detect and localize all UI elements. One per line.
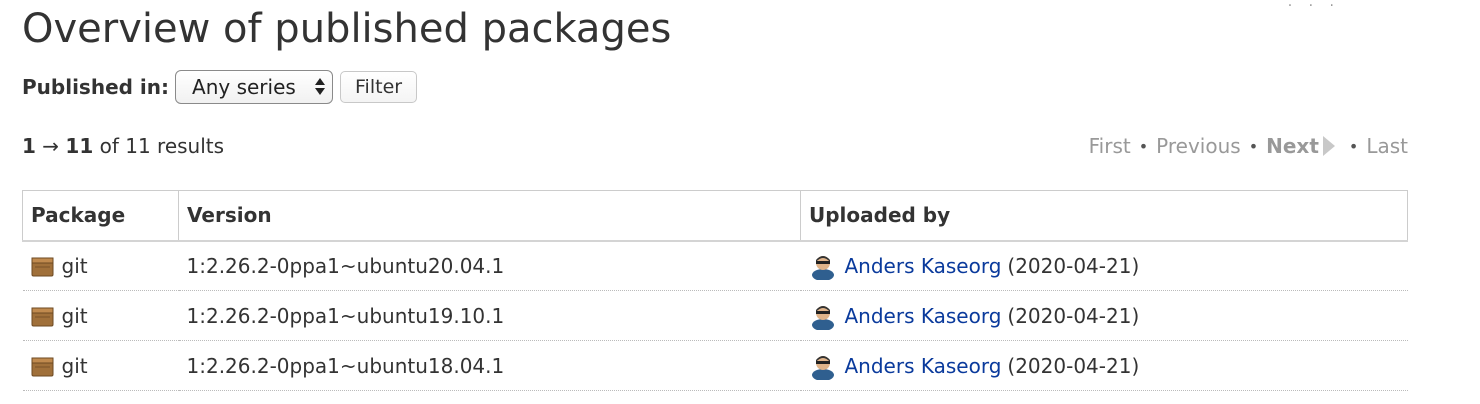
package-icon (31, 357, 53, 376)
person-icon (811, 355, 834, 380)
results-range-arrow: → (42, 134, 60, 158)
package-cell: git (22, 340, 179, 391)
pagination: First • Previous • Next • Last (1089, 134, 1408, 158)
results-summary: 1 → 11 of 11 results (22, 134, 224, 158)
uploader-link[interactable]: Anders Kaseorg (845, 354, 1002, 378)
filter-button[interactable]: Filter (340, 71, 418, 103)
person-icon (811, 255, 834, 280)
version-cell: 1:2.26.2-0ppa1~ubuntu18.04.1 (178, 340, 801, 391)
pagination-next[interactable]: Next (1266, 134, 1319, 158)
table-row: git 1:2.26.2-0ppa1~ubuntu20.04.1 Anders … (22, 240, 1408, 291)
upload-date: (2020-04-21) (1007, 253, 1140, 278)
pagination-separator: • (1138, 136, 1149, 156)
package-name: git (61, 353, 88, 378)
results-range-start: 1 (22, 134, 36, 158)
uploader-link[interactable]: Anders Kaseorg (845, 254, 1002, 278)
uploader-cell: Anders Kaseorg (2020-04-21) (800, 290, 1408, 341)
version-cell: 1:2.26.2-0ppa1~ubuntu19.10.1 (178, 290, 801, 341)
pagination-first[interactable]: First (1089, 134, 1131, 158)
table-row: git 1:2.26.2-0ppa1~ubuntu18.04.1 Anders … (22, 340, 1408, 391)
column-header-uploaded-by: Uploaded by (800, 190, 1408, 242)
table-row: git 1:2.26.2-0ppa1~ubuntu19.10.1 Anders … (22, 290, 1408, 341)
version-cell: 1:2.26.2-0ppa1~ubuntu20.04.1 (178, 240, 801, 291)
upload-date: (2020-04-21) (1007, 353, 1140, 378)
package-name: git (61, 303, 88, 328)
published-in-label: Published in: (22, 75, 170, 99)
results-total: of 11 results (99, 134, 225, 158)
pagination-previous[interactable]: Previous (1156, 134, 1241, 158)
package-icon (31, 257, 53, 277)
uploader-cell: Anders Kaseorg (2020-04-21) (800, 240, 1408, 291)
updown-arrows-icon (315, 78, 326, 95)
results-range-end: 11 (65, 134, 94, 158)
next-arrow-icon (1322, 136, 1335, 156)
package-icon (31, 307, 53, 326)
person-icon (811, 305, 834, 330)
uploader-cell: Anders Kaseorg (2020-04-21) (800, 340, 1408, 391)
table-header-row: Package Version Uploaded by (22, 190, 1408, 242)
packages-table: Package Version Uploaded by git 1:2.26.2… (22, 190, 1408, 391)
pagination-separator: • (1248, 136, 1259, 156)
column-header-version: Version (178, 190, 801, 242)
pagination-last[interactable]: Last (1366, 134, 1408, 158)
package-cell: git (22, 290, 179, 341)
series-select-value: Any series (192, 75, 296, 99)
package-name: git (61, 253, 88, 278)
top-overflow-dots: · · · (1287, 0, 1340, 14)
pagination-separator: • (1348, 136, 1359, 156)
upload-date: (2020-04-21) (1007, 303, 1140, 328)
column-header-package: Package (22, 190, 179, 242)
series-select[interactable]: Any series (175, 70, 334, 104)
series-filter-form: Published in: Any series Filter (22, 70, 418, 104)
package-cell: git (22, 240, 179, 291)
page-title: Overview of published packages (22, 6, 672, 52)
uploader-link[interactable]: Anders Kaseorg (845, 304, 1002, 328)
